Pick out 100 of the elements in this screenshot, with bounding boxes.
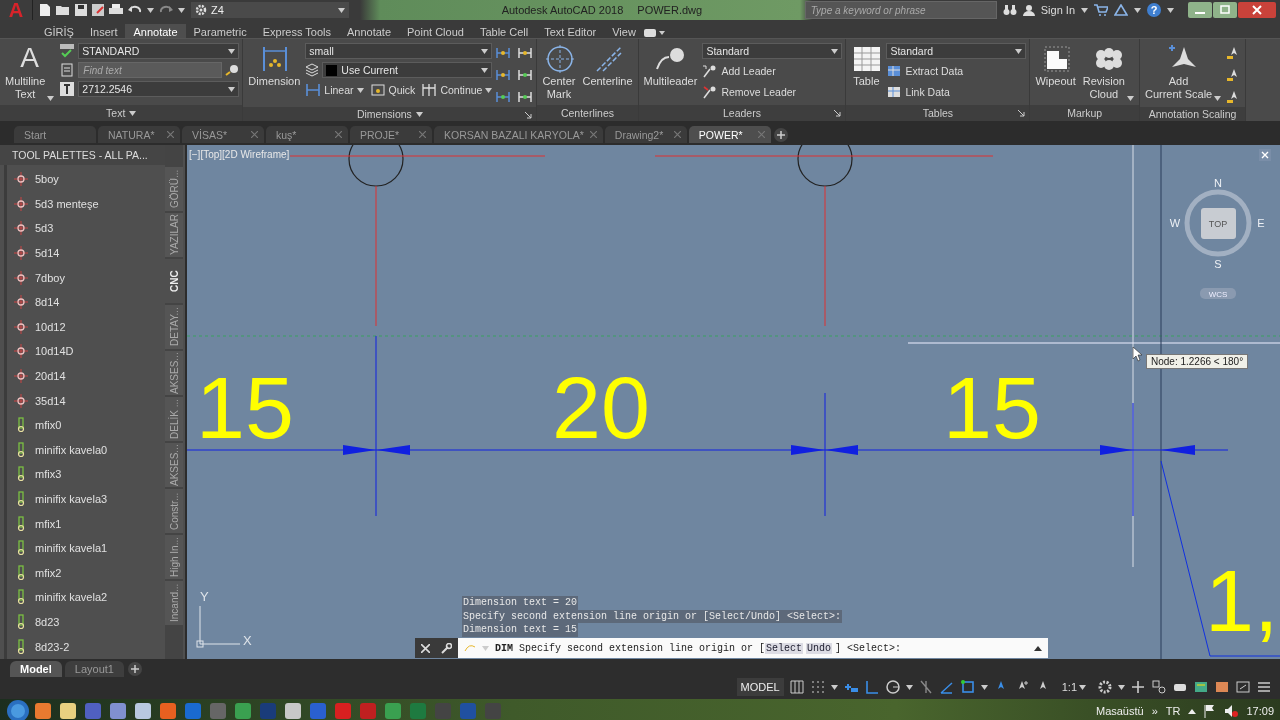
tool-button[interactable]: Add Leader (702, 63, 776, 79)
palette-item[interactable]: mfix3 (7, 462, 165, 487)
dropdown[interactable]: 2712.2546 (78, 81, 240, 97)
ribbon-button[interactable]: Centerline (580, 41, 635, 103)
command-option[interactable]: Undo (806, 642, 833, 654)
toolbar-chevron[interactable]: » (1151, 705, 1158, 717)
clean-screen-icon[interactable] (1214, 679, 1230, 695)
minimize-icon[interactable] (1188, 2, 1212, 18)
file-tab[interactable]: kuş* (266, 126, 348, 143)
file-tab[interactable]: VİSAS* (182, 126, 264, 143)
help-button[interactable]: ? (1147, 3, 1161, 17)
layout-tab[interactable]: Layout1 (64, 661, 124, 677)
ribbon-tab[interactable]: GİRİŞ (36, 24, 82, 38)
workspace-dropdown[interactable]: Z4 (191, 2, 349, 18)
palette-item[interactable]: 7dboy (7, 265, 165, 290)
palette-item[interactable]: 10d14D (7, 339, 165, 364)
palette-item[interactable]: 8d23 (7, 609, 165, 635)
command-option[interactable]: Select (765, 642, 804, 654)
ribbon-button[interactable]: Dimension (246, 41, 303, 105)
search-icon[interactable] (225, 64, 240, 76)
object-track-icon[interactable] (938, 679, 955, 695)
palette-item[interactable]: 5d3 (7, 216, 165, 241)
sign-in-link[interactable]: Sign In (1040, 4, 1075, 16)
add-tab-icon[interactable] (772, 127, 789, 143)
ribbon-tab[interactable]: Parametric (185, 24, 255, 38)
expand-icon[interactable] (1034, 645, 1042, 651)
adjust-space-icon[interactable] (517, 67, 534, 83)
polar-icon[interactable] (884, 679, 901, 695)
file-tab[interactable]: NATURA* (98, 126, 180, 143)
open-folder-icon[interactable] (56, 4, 70, 16)
save-icon[interactable] (75, 4, 87, 16)
speaker-icon[interactable] (1224, 704, 1239, 718)
dropdown[interactable]: Standard (886, 43, 1027, 59)
launcher-icon[interactable] (834, 110, 842, 117)
find-text-field[interactable]: Find text (78, 62, 223, 78)
ribbon-button[interactable]: A Multiline Text (3, 41, 57, 103)
add-layout-icon[interactable] (126, 661, 143, 677)
palette-item[interactable]: 20d14 (7, 363, 165, 389)
ribbon-tab[interactable]: Text Editor (536, 24, 605, 38)
close-icon[interactable] (1238, 2, 1276, 18)
search-field[interactable]: Type a keyword or phrase (804, 1, 997, 19)
palette-item[interactable]: 10d12 (7, 314, 165, 340)
palette-item[interactable]: minifix kavela2 (7, 585, 165, 610)
save-as-icon[interactable] (92, 4, 104, 16)
layout-tab[interactable]: Model (10, 661, 62, 677)
app-icon[interactable] (109, 702, 127, 720)
ribbon-button[interactable]: Add Current Scale (1142, 41, 1224, 105)
binoculars-icon[interactable] (1002, 4, 1017, 16)
tool-button[interactable]: Link Data (886, 84, 950, 100)
tool-button[interactable]: Linear (305, 82, 364, 98)
clock[interactable]: 17:09 (1246, 705, 1274, 717)
app-icon[interactable] (34, 702, 52, 720)
ribbon-button[interactable]: Center Mark (540, 41, 578, 103)
palette-item[interactable]: minifix kavela1 (7, 535, 165, 561)
quick-properties-icon[interactable] (1193, 679, 1209, 695)
dropdown[interactable]: small (305, 43, 493, 59)
model-space-button[interactable]: MODEL (736, 678, 784, 696)
jogged-icon[interactable] (495, 67, 512, 83)
ribbon-tab[interactable]: Annotate (339, 24, 400, 38)
ribbon-tab[interactable]: Express Tools (254, 24, 339, 38)
start-button[interactable] (6, 699, 30, 720)
palette-item[interactable]: 8d23-2 (7, 634, 165, 659)
palette-item[interactable]: 8d14 (7, 289, 165, 315)
snap-icon[interactable] (809, 679, 826, 695)
palette-item[interactable]: minifix kavela0 (7, 437, 165, 463)
dropdown[interactable]: Standard (702, 43, 843, 59)
tool-button[interactable]: Extract Data (886, 63, 964, 79)
wrench-icon[interactable] (441, 642, 453, 654)
file-tab[interactable]: KORSAN BAZALI KARYOLA* (434, 126, 603, 143)
ribbon-button[interactable]: Revision Cloud (1080, 41, 1136, 103)
palette-item[interactable]: 5boy (7, 167, 165, 192)
redo-icon[interactable] (159, 5, 173, 15)
panel-title[interactable]: Leaders (723, 107, 761, 119)
undo-icon[interactable] (128, 5, 142, 15)
inspect-icon[interactable] (495, 89, 512, 105)
tool-button[interactable]: Remove Leader (702, 84, 797, 100)
break-icon[interactable] (517, 45, 534, 61)
triangle-icon[interactable] (1114, 4, 1128, 16)
ribbon-tab[interactable]: Point Cloud (399, 24, 472, 38)
file-tab[interactable]: POWER* (688, 126, 771, 143)
ribbon-button[interactable]: Wipeout (1033, 41, 1078, 103)
gear-icon[interactable] (1097, 679, 1113, 695)
app-icon[interactable] (59, 702, 77, 720)
panel-toggle-icon[interactable] (643, 28, 666, 38)
panel-title[interactable]: Tables (922, 107, 954, 119)
file-tab[interactable]: Start (14, 126, 96, 143)
launcher-icon[interactable] (525, 112, 533, 119)
ribbon-button[interactable]: Table (849, 41, 884, 103)
palette-item[interactable]: mfix2 (7, 560, 165, 586)
palette-item[interactable]: minifix kavela3 (7, 486, 165, 512)
annotation-scale-dropdown[interactable]: 1:1 (1055, 680, 1092, 694)
cart-icon[interactable] (1094, 4, 1108, 16)
object-snap-icon[interactable] (959, 679, 976, 695)
language-indicator[interactable]: TR (1165, 705, 1181, 717)
ribbon-tab[interactable]: View (604, 24, 644, 38)
update-icon[interactable] (517, 89, 534, 105)
palette-item[interactable]: 5d14 (7, 240, 165, 266)
file-tab[interactable]: Drawing2* (604, 126, 687, 143)
palette-item[interactable]: mfix1 (7, 511, 165, 536)
flag-icon[interactable] (1204, 704, 1217, 718)
